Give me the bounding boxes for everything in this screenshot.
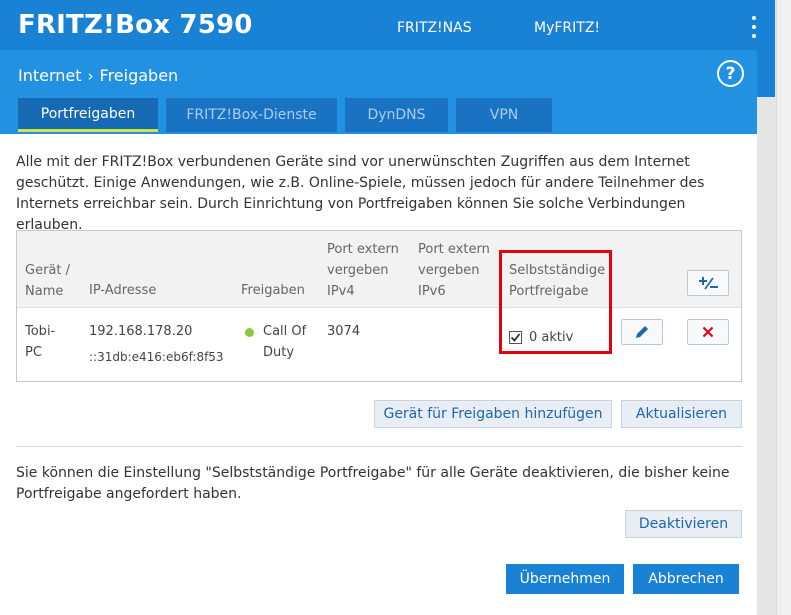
close-icon bbox=[702, 326, 714, 338]
row-share[interactable]: Call Of Duty bbox=[263, 321, 313, 363]
vertical-scrollbar[interactable] bbox=[776, 0, 791, 615]
add-share-button[interactable] bbox=[687, 270, 729, 296]
row-device-name: Tobi-PC bbox=[25, 324, 56, 360]
header-ip: IP-Adresse bbox=[89, 283, 157, 298]
highlight-annotation bbox=[499, 250, 612, 354]
tab-fritzbox-dienste[interactable]: FRITZ!Box-Dienste bbox=[166, 98, 337, 132]
row-port-ipv4: 3074 bbox=[327, 324, 361, 339]
tab-bar: Portfreigaben FRITZ!Box-Dienste DynDNS V… bbox=[18, 98, 552, 132]
nav-myfritz[interactable]: MyFRITZ! bbox=[534, 20, 600, 36]
header-shares: Freigaben bbox=[241, 283, 305, 298]
apply-button[interactable]: Übernehmen bbox=[506, 564, 624, 594]
breadcrumb: Internet › Freigaben bbox=[18, 66, 178, 85]
plus-minus-icon bbox=[699, 277, 718, 290]
pencil-icon bbox=[636, 326, 648, 338]
brand-title[interactable]: FRITZ!Box 7590 bbox=[18, 10, 253, 40]
row-ipv4: 192.168.178.20 bbox=[89, 324, 193, 339]
header-port-ipv4: Port extern vergeben IPv4 bbox=[327, 242, 399, 299]
more-menu-icon[interactable] bbox=[749, 16, 759, 38]
add-device-button[interactable]: Gerät für Freigaben hinzufügen bbox=[374, 400, 612, 428]
delete-button[interactable] bbox=[687, 319, 729, 345]
tab-vpn[interactable]: VPN bbox=[456, 98, 552, 132]
intro-text: Alle mit der FRITZ!Box verbundenen Gerät… bbox=[16, 154, 705, 233]
port-share-table: Gerät / Name IP-Adresse Freigaben Port e… bbox=[16, 230, 742, 382]
divider bbox=[16, 446, 742, 447]
table-header: Gerät / Name IP-Adresse Freigaben Port e… bbox=[17, 231, 741, 308]
breadcrumb-parent[interactable]: Internet bbox=[18, 66, 82, 85]
edit-button[interactable] bbox=[621, 319, 663, 345]
row-ipv6: ::31db:e416:eb6f:8f53 bbox=[89, 350, 224, 364]
refresh-button[interactable]: Aktualisieren bbox=[621, 400, 742, 428]
nav-fritznas[interactable]: FRITZ!NAS bbox=[397, 20, 472, 36]
header-port-ipv6: Port extern vergeben IPv6 bbox=[418, 242, 490, 299]
header-device: Gerät / Name bbox=[25, 263, 70, 299]
status-dot-icon bbox=[245, 328, 254, 337]
top-header: FRITZ!Box 7590 FRITZ!NAS MyFRITZ! bbox=[0, 0, 775, 53]
deactivate-note: Sie können die Einstellung "Selbstständi… bbox=[16, 465, 730, 502]
cancel-button[interactable]: Abbrechen bbox=[633, 564, 739, 594]
chevron-right-icon: › bbox=[87, 66, 94, 85]
page-header: Internet › Freigaben ? Portfreigaben FRI… bbox=[0, 50, 757, 134]
tab-portfreigaben[interactable]: Portfreigaben bbox=[18, 98, 158, 132]
breadcrumb-current: Freigaben bbox=[99, 66, 179, 85]
deactivate-button[interactable]: Deaktivieren bbox=[625, 510, 742, 538]
tab-dyndns[interactable]: DynDNS bbox=[345, 98, 448, 132]
help-icon[interactable]: ? bbox=[717, 60, 744, 87]
